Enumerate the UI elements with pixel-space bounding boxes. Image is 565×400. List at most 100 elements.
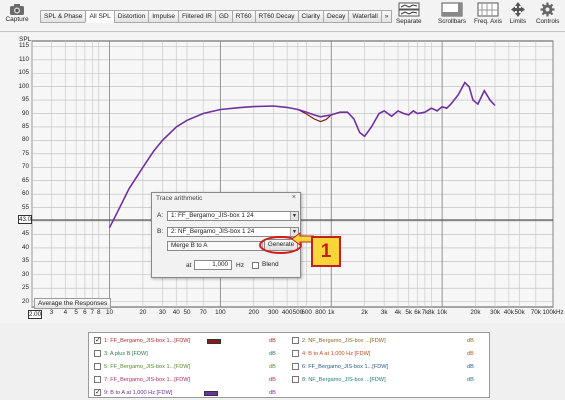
legend-item-6[interactable]: 6: FF_Bergamo_JIS-box 1...[FDW] dB	[292, 362, 487, 373]
legend-checkbox-3[interactable]	[94, 350, 101, 357]
y-tick-label: 105	[18, 69, 29, 77]
tab-all-spl[interactable]: All SPL	[85, 10, 114, 23]
trace-a-value: 1: FF_Bergamo_JIS-box 1 24	[171, 212, 254, 219]
x-tick-label: 50	[183, 309, 191, 316]
scrollbars-button[interactable]: Scrollbars	[438, 2, 466, 30]
tab-decay[interactable]: Decay	[322, 10, 349, 23]
legend-unit-9: dB	[269, 390, 276, 396]
tab-more[interactable]: »	[380, 10, 393, 23]
legend-checkbox-5[interactable]	[94, 363, 101, 370]
trace-arithmetic-dialog: Trace arithmetic × A: 1: FF_Bergamo_JIS-…	[151, 192, 341, 278]
merge-frequency-input[interactable]: 1,000	[194, 260, 232, 270]
x-cursor-value[interactable]: 2.00	[28, 310, 42, 319]
y-tick-label: 20	[21, 297, 29, 305]
legend-item-5[interactable]: 5: FF_Bergamo_JIS-box 1...[FDW] dB	[94, 362, 289, 373]
scrollbars-icon	[441, 2, 463, 17]
y-tick-label: 85	[21, 122, 29, 130]
legend-unit-3: dB	[269, 351, 276, 357]
capture-button[interactable]: Capture	[2, 2, 32, 29]
legend-label-3: 3: A plus B [FDW]	[104, 351, 148, 357]
legend-unit-1: dB	[269, 338, 276, 344]
x-tick-label: 8	[96, 309, 101, 316]
tab-filtered-ir[interactable]: Filtered IR	[178, 10, 215, 23]
y-tick-label: 25	[21, 284, 29, 292]
x-tick-label: 100	[215, 309, 226, 316]
x-tick-label: 6	[83, 309, 87, 316]
limits-button[interactable]: Limits	[509, 2, 527, 30]
legend-label-1: 1: FF_Bergamo_JIS-box 1...[FDW]	[104, 338, 191, 344]
freq-axis-button[interactable]: Freq. Axis	[474, 2, 502, 30]
trace-b-label: B:	[157, 228, 164, 235]
at-label: at	[186, 262, 192, 269]
y-tick-label: 70	[21, 163, 29, 171]
controls-button[interactable]: Controls	[536, 2, 559, 30]
toolbar: Capture SPL & Phase All SPL Distortion I…	[0, 0, 565, 32]
x-tick-label: 2k	[361, 309, 368, 316]
y-tick-label: 90	[21, 109, 29, 117]
legend-unit-6: dB	[467, 364, 474, 370]
separate-button[interactable]: Separate	[396, 2, 422, 30]
tab-rt60-decay[interactable]: RT60 Decay	[254, 10, 298, 23]
dialog-title: Trace arithmetic	[156, 195, 203, 202]
tab-spl-phase[interactable]: SPL & Phase	[40, 10, 86, 23]
blend-checkbox[interactable]	[252, 262, 259, 269]
hz-label: Hz	[236, 262, 244, 269]
tab-distortion[interactable]: Distortion	[113, 10, 149, 23]
legend-checkbox-2[interactable]	[292, 337, 299, 344]
y-cursor-value[interactable]: 43.0	[18, 215, 32, 224]
trace-a-select[interactable]: 1: FF_Bergamo_JIS-box 1 24 ▼	[167, 211, 299, 221]
tab-gd[interactable]: GD	[214, 10, 232, 23]
graph-canvas[interactable]	[0, 33, 565, 323]
x-tick-label: 7	[90, 309, 95, 316]
capture-label: Capture	[5, 16, 29, 23]
x-tick-label: 600	[301, 309, 312, 316]
x-tick-label: 3	[49, 309, 54, 316]
legend-label-9: 9: B to A at 1,000 Hz [FDW]	[104, 390, 173, 396]
y-tick-label: 75	[21, 149, 29, 157]
y-tick-label: 100	[18, 82, 29, 90]
legend-item-3[interactable]: 3: A plus B [FDW] dB	[94, 349, 289, 360]
x-tick-label: 1k	[327, 309, 335, 316]
y-tick-label: 45	[21, 230, 29, 238]
tab-waterfall[interactable]: Waterfall	[348, 10, 381, 23]
tab-clarity[interactable]: Clarity	[297, 10, 323, 23]
legend-label-5: 5: FF_Bergamo_JIS-box 1...[FDW]	[104, 364, 191, 370]
x-tick-label: 50k	[514, 309, 525, 316]
x-tick-label: 40k	[503, 309, 514, 316]
x-tick-label: 8k	[428, 309, 435, 316]
legend-checkbox-7[interactable]	[94, 376, 101, 383]
legend-checkbox-4[interactable]	[292, 350, 299, 357]
close-icon[interactable]: ×	[292, 194, 296, 201]
legend-checkbox-1[interactable]	[94, 336, 101, 345]
x-tick-label: 400	[281, 309, 293, 316]
legend-item-9[interactable]: 9: B to A at 1,000 Hz [FDW] dB	[94, 388, 289, 399]
legend-item-4[interactable]: 4: B to A at 1,000 Hz [FDW] dB	[292, 349, 487, 360]
legend-item-7[interactable]: 7: FF_Bergamo_JIS-box 1...[FDW] dB	[94, 375, 289, 386]
legend-swatch-1[interactable]	[207, 339, 221, 344]
legend-checkbox-6[interactable]	[292, 363, 299, 370]
y-tick-label: 30	[21, 270, 29, 278]
average-responses-button[interactable]: Average the Responses	[34, 298, 112, 309]
legend-item-8[interactable]: 8: NF_Bergamo_JIS-box ...[FDW] dB	[292, 375, 487, 386]
legend-item-2[interactable]: 2: NF_Bergamo_JIS-box ...[FDW] dB	[292, 336, 487, 347]
limits-icon	[511, 2, 525, 17]
x-tick-label: 30	[158, 309, 166, 316]
y-tick-label: 60	[21, 190, 29, 198]
separate-label: Separate	[396, 18, 422, 25]
x-tick-label: 3k	[380, 309, 388, 316]
legend-checkbox-8[interactable]	[292, 376, 299, 383]
legend-checkbox-9[interactable]	[94, 388, 101, 397]
x-tick-label: 800	[315, 309, 326, 316]
y-tick-label: 95	[21, 96, 29, 104]
spl-graph[interactable]: SPL 115110105100959085807570656055504540…	[0, 33, 565, 323]
tab-impulse[interactable]: Impulse	[148, 10, 178, 23]
legend-item-1[interactable]: 1: FF_Bergamo_JIS-box 1...[FDW] dB	[94, 336, 289, 347]
legend-unit-5: dB	[269, 364, 276, 370]
y-tick-label: 110	[18, 55, 29, 63]
trace-legend: 1: FF_Bergamo_JIS-box 1...[FDW] dB 2: NF…	[88, 332, 490, 398]
x-tick-label: 30k	[489, 309, 501, 316]
tab-rt60[interactable]: RT60	[231, 10, 255, 23]
operation-select[interactable]: Merge B to A ▼	[167, 241, 271, 251]
legend-swatch-9[interactable]	[204, 391, 218, 396]
x-tick-label: 10	[105, 309, 113, 316]
